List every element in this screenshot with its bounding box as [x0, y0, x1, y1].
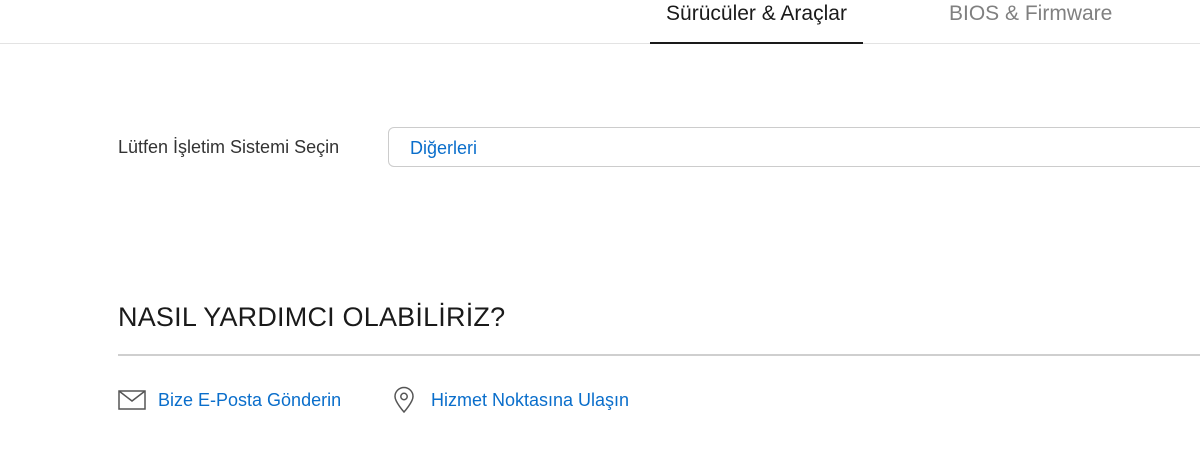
tab-bios-firmware[interactable]: BIOS & Firmware — [949, 0, 1112, 43]
mail-icon — [118, 390, 146, 410]
help-section-title: NASIL YARDIMCI OLABİLİRİZ? — [118, 302, 506, 332]
email-us-label: Bize E-Posta Gönderin — [158, 390, 342, 410]
page: Sürücüler & Araçlar BIOS & Firmware Lütf… — [0, 0, 1200, 458]
os-select-label: Lütfen İşletim Sistemi Seçin — [118, 137, 340, 157]
tab-drivers-tools[interactable]: Sürücüler & Araçlar — [650, 0, 863, 44]
os-select-value: Diğerleri — [410, 138, 478, 158]
email-us-link[interactable]: Bize E-Posta Gönderin — [118, 386, 341, 414]
service-point-link[interactable]: Hizmet Noktasına Ulaşın — [392, 386, 629, 414]
os-select-dropdown[interactable]: Diğerleri — [388, 127, 1200, 167]
help-divider — [118, 354, 1200, 356]
tab-bar: Sürücüler & Araçlar BIOS & Firmware — [0, 0, 1200, 44]
location-pin-icon — [392, 386, 416, 414]
service-point-label: Hizmet Noktasına Ulaşın — [431, 390, 630, 410]
